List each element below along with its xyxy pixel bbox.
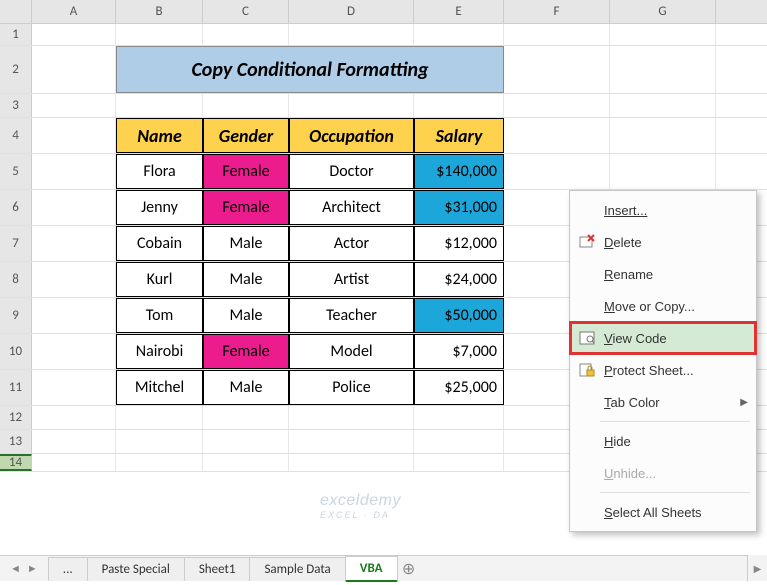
row-header-3[interactable]: 3: [0, 94, 32, 117]
row-header-5[interactable]: 5: [0, 154, 32, 189]
row-header-6[interactable]: 6: [0, 190, 32, 225]
menu-rename[interactable]: Rename: [570, 258, 756, 290]
tab-paste-special[interactable]: Paste Special: [87, 557, 185, 581]
cell-salary[interactable]: $24,000: [414, 262, 504, 297]
new-sheet-button[interactable]: ⊕: [397, 559, 421, 579]
cell-occupation[interactable]: Artist: [289, 262, 414, 297]
col-header-F[interactable]: F: [504, 0, 610, 23]
select-all-corner[interactable]: [0, 0, 32, 23]
row-header-9[interactable]: 9: [0, 298, 32, 333]
protect-icon: [576, 359, 598, 381]
menu-delete[interactable]: Delete: [570, 226, 756, 258]
col-header-D[interactable]: D: [289, 0, 414, 23]
menu-move-copy[interactable]: Move or Copy...: [570, 290, 756, 322]
row-header-7[interactable]: 7: [0, 226, 32, 261]
scroll-right-icon[interactable]: ▶: [747, 555, 767, 581]
menu-select-all-sheets[interactable]: Select All Sheets: [570, 496, 756, 528]
cell-name[interactable]: Cobain: [116, 226, 203, 261]
row-header-14[interactable]: 14: [0, 454, 32, 471]
row-header-13[interactable]: 13: [0, 430, 32, 453]
menu-insert[interactable]: Insert...: [570, 194, 756, 226]
menu-hide[interactable]: Hide: [570, 425, 756, 457]
cell-salary[interactable]: $12,000: [414, 226, 504, 261]
cell-salary[interactable]: $140,000: [414, 154, 504, 189]
cell-gender[interactable]: Male: [203, 298, 289, 333]
view-code-icon: [576, 327, 598, 349]
delete-icon: [576, 231, 598, 253]
menu-separator: [600, 421, 750, 422]
col-header-A[interactable]: A: [32, 0, 116, 23]
title-cell[interactable]: Copy Conditional Formatting: [116, 46, 504, 93]
cell-name[interactable]: Tom: [116, 298, 203, 333]
th-gender[interactable]: Gender: [203, 118, 289, 153]
cell-gender[interactable]: Male: [203, 370, 289, 405]
tab-sample-data[interactable]: Sample Data: [249, 557, 345, 581]
row-header-8[interactable]: 8: [0, 262, 32, 297]
menu-view-code[interactable]: View Code: [570, 322, 756, 354]
cell-salary[interactable]: $7,000: [414, 334, 504, 369]
cell-gender[interactable]: Male: [203, 262, 289, 297]
nav-next-icon[interactable]: ►: [27, 562, 38, 575]
col-header-C[interactable]: C: [203, 0, 289, 23]
cell-name[interactable]: Nairobi: [116, 334, 203, 369]
cell-name[interactable]: Flora: [116, 154, 203, 189]
col-header-E[interactable]: E: [414, 0, 504, 23]
sheet-tab-context-menu: Insert... Delete Rename Move or Copy... …: [569, 190, 757, 532]
th-salary[interactable]: Salary: [414, 118, 504, 153]
tab-vba[interactable]: VBA: [345, 556, 398, 582]
column-headers: A B C D E F G: [0, 0, 767, 24]
cell-salary[interactable]: $50,000: [414, 298, 504, 333]
cell-gender[interactable]: Male: [203, 226, 289, 261]
row-header-2[interactable]: 2: [0, 46, 32, 93]
cell-salary[interactable]: $25,000: [414, 370, 504, 405]
cell-name[interactable]: Mitchel: [116, 370, 203, 405]
cell-gender[interactable]: Female: [203, 334, 289, 369]
cell-name[interactable]: Jenny: [116, 190, 203, 225]
cell-salary[interactable]: $31,000: [414, 190, 504, 225]
cell-occupation[interactable]: Model: [289, 334, 414, 369]
tab-sheet1[interactable]: Sheet1: [184, 557, 251, 581]
nav-prev-icon[interactable]: ◄: [10, 562, 21, 575]
th-name[interactable]: Name: [116, 118, 203, 153]
watermark: exceldemy EXCEL · DA: [320, 492, 401, 520]
menu-tab-color[interactable]: Tab Color▶: [570, 386, 756, 418]
cell-occupation[interactable]: Architect: [289, 190, 414, 225]
row-header-12[interactable]: 12: [0, 406, 32, 429]
submenu-arrow-icon: ▶: [740, 397, 748, 408]
cell-occupation[interactable]: Doctor: [289, 154, 414, 189]
col-header-B[interactable]: B: [116, 0, 203, 23]
cell-gender[interactable]: Female: [203, 190, 289, 225]
tab-nav[interactable]: ◄ ►: [0, 562, 48, 575]
cell-name[interactable]: Kurl: [116, 262, 203, 297]
row-header-1[interactable]: 1: [0, 24, 32, 45]
tab-overflow[interactable]: ...: [48, 557, 88, 581]
cell-occupation[interactable]: Actor: [289, 226, 414, 261]
cell-occupation[interactable]: Police: [289, 370, 414, 405]
th-occupation[interactable]: Occupation: [289, 118, 414, 153]
cell-occupation[interactable]: Teacher: [289, 298, 414, 333]
menu-separator: [600, 492, 750, 493]
cell-gender[interactable]: Female: [203, 154, 289, 189]
row-header-11[interactable]: 11: [0, 370, 32, 405]
sheet-tabs-bar: ◄ ► ... Paste Special Sheet1 Sample Data…: [0, 555, 767, 581]
col-header-G[interactable]: G: [610, 0, 716, 23]
row-header-10[interactable]: 10: [0, 334, 32, 369]
menu-protect-sheet[interactable]: Protect Sheet...: [570, 354, 756, 386]
row-header-4[interactable]: 4: [0, 118, 32, 153]
menu-unhide: Unhide...: [570, 457, 756, 489]
